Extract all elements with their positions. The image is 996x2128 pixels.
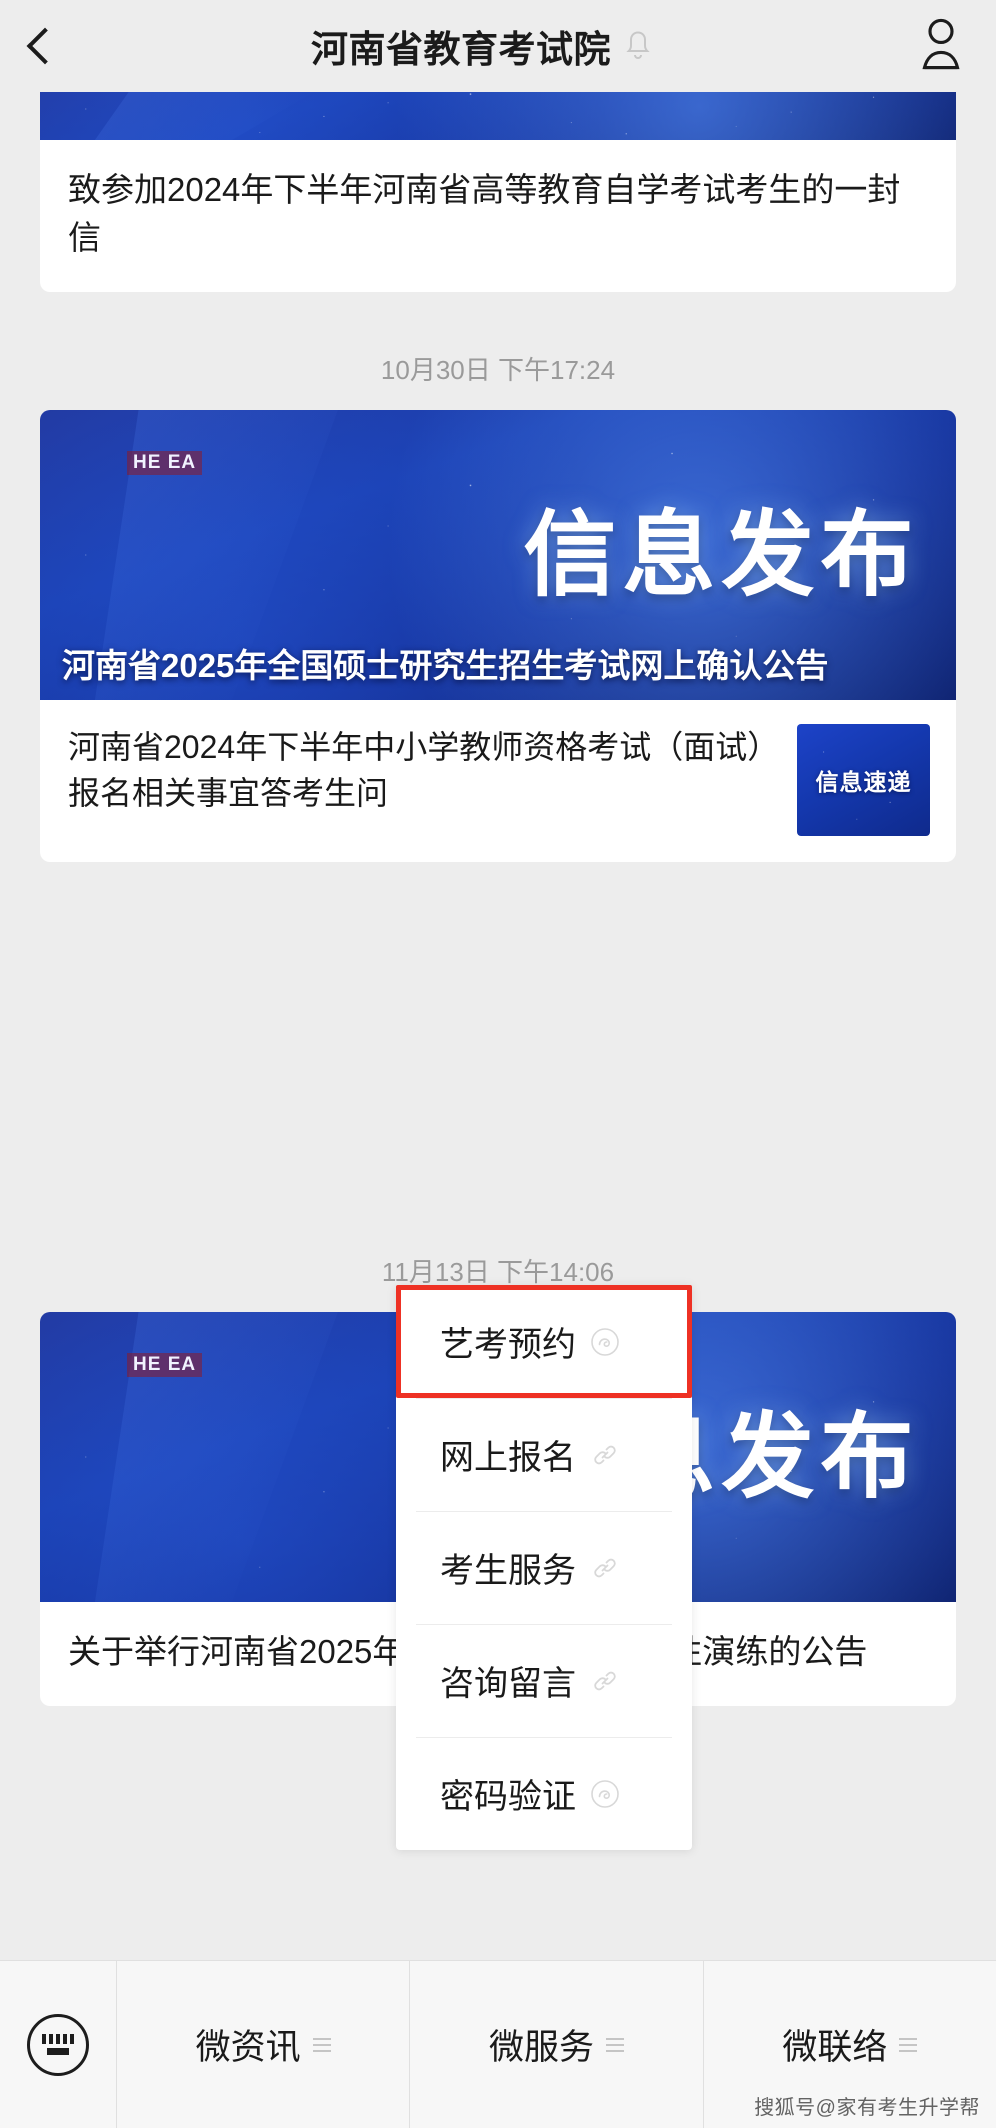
sub-item-title: 河南省2024年下半年中小学教师资格考试（面试）报名相关事宜答考生问 [68, 724, 779, 817]
profile-button[interactable] [886, 0, 996, 92]
banner-logo-badge: HE EA [127, 451, 202, 476]
keyboard-icon [27, 2014, 89, 2076]
link-icon [590, 1440, 620, 1470]
sub-item-thumbnail: 信息速递 [797, 724, 930, 836]
page-title: 河南省教育考试院 [311, 19, 611, 73]
menu-item-label: 考生服务 [440, 1543, 576, 1592]
article-card[interactable]: 致参加2024年下半年河南省高等教育自学考试考生的一封信 [40, 92, 956, 292]
tab-label: 微服务 [489, 2019, 594, 2070]
menu-item-art-exam-booking[interactable]: 艺考预约 [396, 1285, 692, 1398]
mini-program-icon [590, 1779, 620, 1809]
back-button[interactable] [0, 0, 90, 92]
menu-item-label: 艺考预约 [440, 1317, 576, 1366]
menu-item-password-verification[interactable]: 密码验证 [396, 1737, 692, 1850]
menu-item-label: 网上报名 [440, 1430, 576, 1479]
menu-bars-icon [313, 2038, 331, 2052]
message-timestamp: 10月30日 下午17:24 [0, 350, 996, 387]
article-banner-image [40, 92, 956, 140]
message-timestamp: 11月13日 下午14:06 [0, 1252, 996, 1289]
watermark: 搜狐号@家有考生升学帮 [754, 2091, 980, 2120]
keyboard-keys-row [42, 2034, 74, 2044]
keyboard-spacebar [47, 2048, 69, 2055]
tab-wei-fuwu[interactable]: 微服务 [409, 1961, 702, 2128]
menu-item-label: 密码验证 [440, 1769, 576, 1818]
person-icon [919, 17, 963, 76]
chevron-left-icon [27, 28, 64, 65]
menu-bars-icon [899, 2038, 917, 2052]
keyboard-toggle-button[interactable] [0, 1961, 116, 2128]
article-sub-item[interactable]: 河南省2024年下半年中小学教师资格考试（面试）报名相关事宜答考生问 信息速递 [40, 700, 956, 862]
tab-label: 微资讯 [196, 2019, 301, 2070]
header-title-group: 河南省教育考试院 [84, 19, 880, 73]
menu-bars-icon [606, 2038, 624, 2052]
article-title: 致参加2024年下半年河南省高等教育自学考试考生的一封信 [40, 140, 956, 292]
mini-program-icon [590, 1327, 620, 1357]
article-card[interactable]: HE EA 信息发布 河南省2025年全国硕士研究生招生考试网上确认公告 河南省… [40, 410, 956, 862]
banner-logo-badge: HE EA [127, 1353, 202, 1378]
banner-facet-decoration [95, 92, 406, 140]
link-icon [590, 1666, 620, 1696]
tab-wei-zixun[interactable]: 微资讯 [116, 1961, 409, 2128]
menu-popup[interactable]: 艺考预约 网上报名 考生服务 咨询留言 [396, 1285, 692, 1850]
tab-label: 微联络 [782, 2019, 887, 2070]
thumbnail-text: 信息速递 [816, 763, 912, 797]
banner-headline-text: 信息发布 [523, 509, 919, 602]
app-header: 河南省教育考试院 [0, 0, 996, 92]
menu-item-consultation-message[interactable]: 咨询留言 [396, 1624, 692, 1737]
article-banner-image: HE EA 信息发布 河南省2025年全国硕士研究生招生考试网上确认公告 [40, 410, 956, 700]
menu-item-label: 咨询留言 [440, 1656, 576, 1705]
menu-item-online-registration[interactable]: 网上报名 [396, 1398, 692, 1511]
menu-item-candidate-service[interactable]: 考生服务 [396, 1511, 692, 1624]
banner-overlay-title: 河南省2025年全国硕士研究生招生考试网上确认公告 [62, 644, 936, 688]
bell-icon [623, 29, 653, 63]
link-icon [590, 1553, 620, 1583]
